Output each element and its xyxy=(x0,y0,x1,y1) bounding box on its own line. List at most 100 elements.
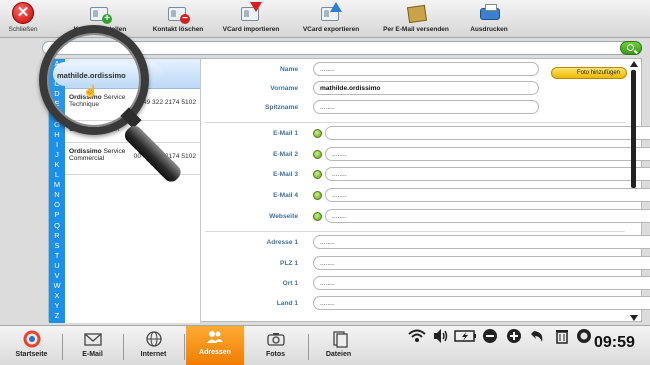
email-add-icon[interactable] xyxy=(313,129,322,138)
taskbar-label: Internet xyxy=(140,351,167,358)
plz1-label: PLZ 1 xyxy=(280,260,298,267)
alphabet-letter[interactable]: J xyxy=(49,150,65,160)
alphabet-letter[interactable]: I xyxy=(49,140,65,150)
land1-row: Land 1 ........ xyxy=(201,295,650,313)
webseite-field[interactable]: ........ xyxy=(325,209,650,223)
taskbar-item-startseite[interactable]: Startseite xyxy=(4,328,59,364)
ort1-field[interactable]: ........ xyxy=(313,276,650,290)
alphabet-letter[interactable]: T xyxy=(49,251,65,261)
vcard-import-button[interactable]: VCard importieren xyxy=(206,2,296,33)
alphabet-letter[interactable]: O xyxy=(49,200,65,210)
email2-field[interactable]: ........ xyxy=(325,147,650,161)
wifi-icon[interactable] xyxy=(408,328,426,344)
close-button[interactable]: ✕ Schließen xyxy=(4,2,42,33)
alphabet-letter[interactable]: S xyxy=(49,241,65,251)
search-icon xyxy=(627,44,634,51)
vorname-field[interactable]: mathilde.ordissimo xyxy=(313,81,539,95)
search-button[interactable] xyxy=(620,41,642,55)
taskbar-label: E-Mail xyxy=(82,351,103,358)
alphabet-letter[interactable]: H xyxy=(49,130,65,140)
scroll-down-icon[interactable] xyxy=(630,315,638,321)
divider xyxy=(184,334,185,360)
taskbar-item-fotos[interactable]: Fotos xyxy=(248,328,303,364)
spitzname-field[interactable]: ........ xyxy=(313,100,539,114)
trash-icon[interactable] xyxy=(554,328,570,344)
divider xyxy=(123,334,124,360)
alphabet-letter[interactable]: W xyxy=(49,281,65,291)
taskbar-label: Fotos xyxy=(265,351,286,358)
adresse1-label: Adresse 1 xyxy=(266,239,298,246)
vorname-row: Vorname mathilde.ordissimo xyxy=(201,80,629,98)
volume-icon[interactable] xyxy=(432,328,448,344)
land1-field[interactable]: ........ xyxy=(313,296,650,310)
vcard-export-icon xyxy=(319,2,343,24)
alphabet-letter[interactable]: V xyxy=(49,271,65,281)
alphabet-letter[interactable]: Z xyxy=(49,311,65,321)
vcard-import-icon xyxy=(239,2,263,24)
printer-icon xyxy=(477,4,501,24)
vcard-export-button[interactable]: VCard exportieren xyxy=(286,2,376,33)
alphabet-letter[interactable]: U xyxy=(49,261,65,271)
zoom-in-icon[interactable] xyxy=(506,328,522,344)
alphabet-letter[interactable]: N xyxy=(49,190,65,200)
email2-row: E-Mail 2 ........ xyxy=(201,146,650,164)
email4-field[interactable]: ........ xyxy=(325,188,650,202)
scroll-thumb[interactable] xyxy=(631,70,636,188)
alphabet-letter[interactable]: K xyxy=(49,160,65,170)
email-add-icon[interactable] xyxy=(313,170,322,179)
add-photo-button[interactable]: Foto hinzufügen xyxy=(551,67,627,79)
vcard-import-label: VCard importieren xyxy=(222,26,280,33)
add-contact-icon: + xyxy=(88,4,112,24)
divider xyxy=(205,122,625,123)
alphabet-letter[interactable]: P xyxy=(49,210,65,220)
taskbar-label: Adressen xyxy=(199,349,231,356)
contact-subtitle: Service xyxy=(103,148,126,155)
contacts-icon xyxy=(205,328,225,346)
webseite-row: Webseite ........ xyxy=(201,208,650,226)
name-label: Name xyxy=(280,66,298,73)
zoom-out-icon[interactable] xyxy=(482,328,498,344)
globe-icon xyxy=(144,330,164,348)
battery-icon[interactable] xyxy=(454,328,478,344)
adresse1-row: Adresse 1 ........ xyxy=(201,234,650,252)
email2-label: E-Mail 2 xyxy=(273,151,298,158)
taskbar-item-dateien[interactable]: Dateien xyxy=(311,328,366,364)
divider xyxy=(205,231,625,232)
taskbar-label: Startseite xyxy=(15,351,48,358)
taskbar-label: Dateien xyxy=(325,351,352,358)
email3-field[interactable]: ........ xyxy=(325,167,650,181)
ort1-row: Ort 1 ........ xyxy=(201,275,650,293)
contact-name: Ordissimo xyxy=(69,148,102,155)
scroll-up-icon[interactable] xyxy=(630,61,638,67)
taskbar: Startseite E-Mail Internet Adressen Foto… xyxy=(0,325,650,365)
name-field[interactable]: ........ xyxy=(313,62,539,76)
alphabet-letter[interactable]: X xyxy=(49,291,65,301)
send-email-icon xyxy=(404,4,428,24)
divider xyxy=(308,334,309,360)
plz1-row: PLZ 1 ........ xyxy=(201,255,650,273)
alphabet-letter[interactable]: Q xyxy=(49,221,65,231)
help-lifebuoy-icon[interactable] xyxy=(576,328,592,344)
envelope-icon xyxy=(83,330,103,348)
close-icon: ✕ xyxy=(12,2,34,24)
taskbar-item-email[interactable]: E-Mail xyxy=(65,328,120,364)
email1-row: E-Mail 1 xyxy=(201,125,650,143)
email1-field[interactable] xyxy=(325,126,650,140)
scroll-track[interactable] xyxy=(631,70,636,310)
alphabet-letter[interactable]: Y xyxy=(49,301,65,311)
taskbar-item-internet[interactable]: Internet xyxy=(126,328,181,364)
back-arrow-icon[interactable] xyxy=(530,328,546,344)
print-button[interactable]: Ausdrucken xyxy=(444,4,534,33)
divider xyxy=(62,334,63,360)
website-add-icon[interactable] xyxy=(313,212,322,221)
home-logo-icon xyxy=(22,330,42,348)
alphabet-letter[interactable]: M xyxy=(49,180,65,190)
alphabet-letter[interactable]: R xyxy=(49,231,65,241)
email-add-icon[interactable] xyxy=(313,191,322,200)
email-add-icon[interactable] xyxy=(313,150,322,159)
adresse1-field[interactable]: ........ xyxy=(313,235,650,249)
alphabet-letter[interactable]: L xyxy=(49,170,65,180)
taskbar-item-adressen[interactable]: Adressen xyxy=(186,326,244,365)
form-scrollbar[interactable] xyxy=(629,61,639,321)
plz1-field[interactable]: ........ xyxy=(313,256,650,270)
